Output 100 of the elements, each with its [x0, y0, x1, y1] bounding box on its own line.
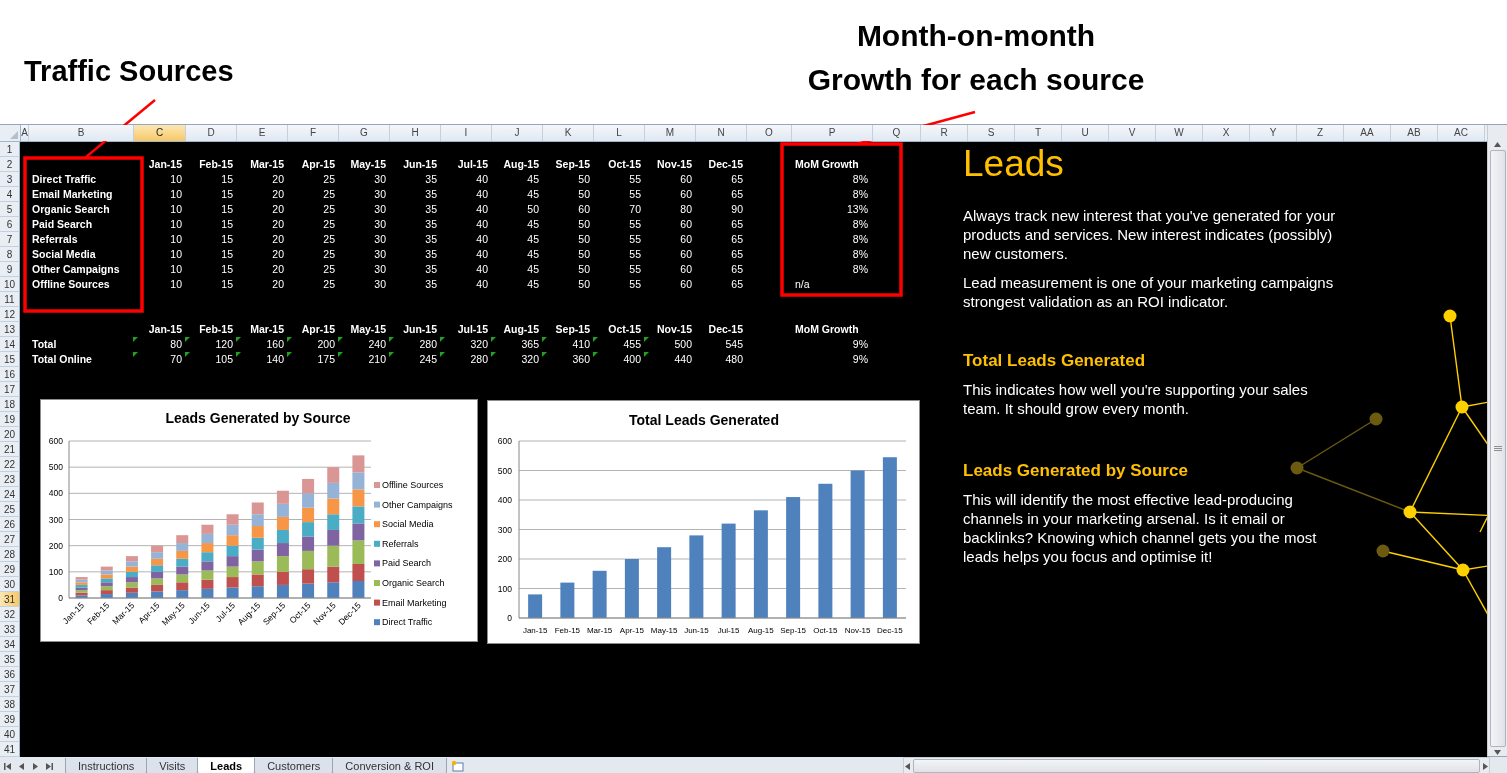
column-header[interactable]: S: [968, 125, 1015, 141]
column-header[interactable]: K: [543, 125, 594, 141]
sheet-tab[interactable]: Visits: [146, 757, 199, 773]
row-header[interactable]: 29: [0, 562, 20, 577]
table-cell-text: 30: [373, 187, 387, 202]
row-header[interactable]: 30: [0, 577, 20, 592]
bar: [276, 516, 289, 530]
row-header[interactable]: 24: [0, 487, 20, 502]
column-header[interactable]: U: [1062, 125, 1109, 141]
row-header[interactable]: 8: [0, 247, 20, 262]
row-header[interactable]: 1: [0, 142, 20, 157]
column-header[interactable]: Z: [1297, 125, 1344, 141]
column-header[interactable]: I: [441, 125, 492, 141]
tick-label: 300: [48, 514, 63, 525]
sheet-tab[interactable]: Conversion & ROI: [332, 757, 447, 773]
column-header[interactable]: N: [696, 125, 747, 141]
row-header[interactable]: 25: [0, 502, 20, 517]
row-header[interactable]: 9: [0, 262, 20, 277]
column-header[interactable]: B: [29, 125, 134, 141]
column-header[interactable]: J: [492, 125, 543, 141]
row-header[interactable]: 22: [0, 457, 20, 472]
bar: [302, 583, 315, 598]
row-header[interactable]: 31: [0, 592, 20, 607]
row-header[interactable]: 4: [0, 187, 20, 202]
column-header[interactable]: X: [1203, 125, 1250, 141]
sheet-tab[interactable]: Leads: [197, 757, 256, 773]
tick-label: 200: [497, 554, 512, 564]
row-header[interactable]: 13: [0, 322, 20, 337]
source-name: Other Campaigns: [31, 262, 121, 277]
table-cell-text: 55: [628, 172, 642, 187]
month-header: Mar-15: [249, 157, 285, 172]
stacked-bar: [100, 566, 113, 598]
row-header[interactable]: 14: [0, 337, 20, 352]
new-sheet-icon: [451, 760, 465, 772]
column-header[interactable]: F: [288, 125, 339, 141]
row-header[interactable]: 2: [0, 157, 20, 172]
row-header[interactable]: 33: [0, 622, 20, 637]
row-header[interactable]: 32: [0, 607, 20, 622]
table-cell-text: 10: [169, 187, 183, 202]
column-header[interactable]: R: [921, 125, 968, 141]
column-header[interactable]: G: [339, 125, 390, 141]
row-header[interactable]: 7: [0, 232, 20, 247]
growth-cell-text: 8%: [851, 187, 869, 202]
bar: [226, 577, 239, 588]
row-header[interactable]: 38: [0, 697, 20, 712]
column-header[interactable]: M: [645, 125, 696, 141]
column-header[interactable]: AA: [1344, 125, 1391, 141]
row-header[interactable]: 12: [0, 307, 20, 322]
tick-label: 100: [497, 583, 512, 594]
row-header[interactable]: 20: [0, 427, 20, 442]
row-header[interactable]: 28: [0, 547, 20, 562]
table-cell-text: 55: [628, 247, 642, 262]
row-header[interactable]: 6: [0, 217, 20, 232]
row-header[interactable]: 5: [0, 202, 20, 217]
column-header[interactable]: C: [134, 125, 186, 141]
table-cell-text: 45: [526, 217, 540, 232]
table-cell-text: 60: [679, 187, 693, 202]
row-header[interactable]: 18: [0, 397, 20, 412]
column-header[interactable]: D: [186, 125, 237, 141]
sheet-tab[interactable]: Instructions: [65, 757, 148, 773]
bar: [251, 526, 264, 538]
row-header[interactable]: 40: [0, 727, 20, 742]
row-header[interactable]: 34: [0, 637, 20, 652]
horizontal-scrollbar[interactable]: [903, 757, 1490, 773]
column-header[interactable]: O: [747, 125, 792, 141]
row-header[interactable]: 39: [0, 712, 20, 727]
source-name: Offline Sources: [31, 277, 111, 292]
row-header[interactable]: 17: [0, 382, 20, 397]
row-header[interactable]: 36: [0, 667, 20, 682]
column-header[interactable]: L: [594, 125, 645, 141]
column-header[interactable]: W: [1156, 125, 1203, 141]
row-header[interactable]: 27: [0, 532, 20, 547]
row-header[interactable]: 15: [0, 352, 20, 367]
row-header[interactable]: 23: [0, 472, 20, 487]
row-header[interactable]: 26: [0, 517, 20, 532]
table-cell-text: 90: [730, 202, 744, 217]
row-header[interactable]: 16: [0, 367, 20, 382]
table-cell-text: 15: [220, 187, 234, 202]
column-header[interactable]: H: [390, 125, 441, 141]
row-header[interactable]: 35: [0, 652, 20, 667]
row-header[interactable]: 10: [0, 277, 20, 292]
row-header[interactable]: 21: [0, 442, 20, 457]
sheet-tab[interactable]: Customers: [254, 757, 334, 773]
row-header[interactable]: 3: [0, 172, 20, 187]
column-header[interactable]: AC: [1438, 125, 1485, 141]
column-header[interactable]: Q: [873, 125, 921, 141]
column-header[interactable]: P: [792, 125, 873, 141]
column-header[interactable]: V: [1109, 125, 1156, 141]
source-name: Paid Search: [31, 217, 94, 232]
row-header[interactable]: 37: [0, 682, 20, 697]
column-header[interactable]: Y: [1250, 125, 1297, 141]
column-header[interactable]: E: [237, 125, 288, 141]
column-header[interactable]: AB: [1391, 125, 1438, 141]
table-cell-text: 20: [271, 277, 285, 292]
row-header[interactable]: 19: [0, 412, 20, 427]
column-header[interactable]: T: [1015, 125, 1062, 141]
vertical-scrollbar[interactable]: [1487, 125, 1507, 756]
row-header[interactable]: 41: [0, 742, 20, 757]
row-header[interactable]: 11: [0, 292, 20, 307]
tick-label: Oct-15: [813, 626, 838, 635]
